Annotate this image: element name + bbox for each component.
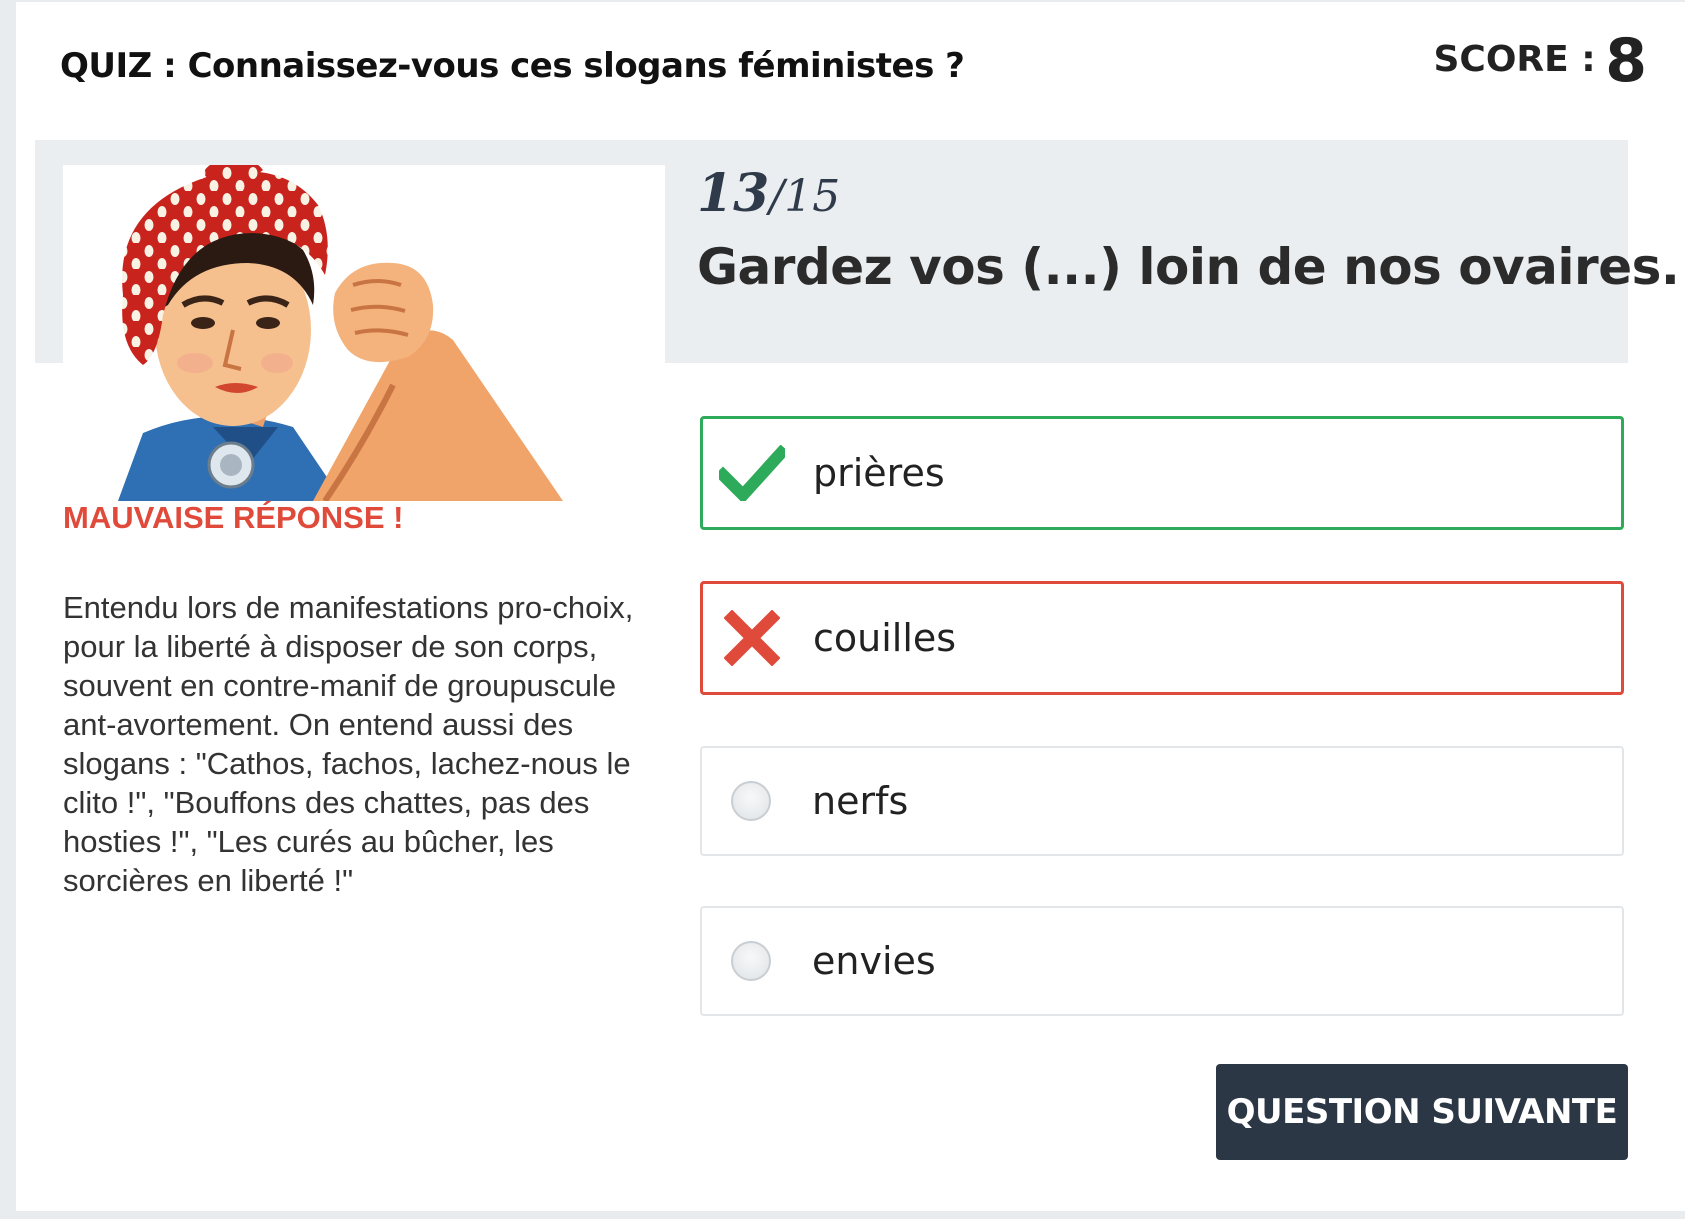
question-total: 15: [784, 171, 841, 222]
radio-icon[interactable]: [718, 928, 784, 994]
answer-label: envies: [812, 939, 936, 983]
question-counter: 13/15: [697, 163, 840, 224]
feedback-explanation: Entendu lors de manifestations pro-choix…: [63, 590, 634, 898]
question-separator: /: [769, 171, 785, 222]
cross-icon: [719, 605, 785, 671]
answer-option-1[interactable]: prières: [700, 416, 1624, 530]
question-image: [63, 165, 665, 501]
question-current: 13: [697, 163, 770, 224]
answer-label: couilles: [813, 616, 957, 660]
score-label: SCORE :: [1433, 39, 1596, 80]
answer-option-4[interactable]: envies: [700, 906, 1624, 1016]
quiz-title: QUIZ : Connaissez-vous ces slogans fémin…: [60, 46, 965, 86]
next-question-button[interactable]: QUESTION SUIVANTE: [1216, 1064, 1628, 1160]
answer-option-2[interactable]: couilles: [700, 581, 1624, 695]
answer-label: nerfs: [812, 779, 909, 823]
question-text: Gardez vos (...) loin de nos ovaires.: [697, 238, 1680, 296]
feedback-verdict: MAUVAISE RÉPONSE !: [63, 500, 404, 535]
answer-label: prières: [813, 451, 945, 495]
answer-option-3[interactable]: nerfs: [700, 746, 1624, 856]
check-icon: [719, 440, 785, 506]
score-value: 8: [1605, 26, 1647, 96]
radio-icon[interactable]: [718, 768, 784, 834]
score: SCORE : 8: [1433, 26, 1647, 96]
